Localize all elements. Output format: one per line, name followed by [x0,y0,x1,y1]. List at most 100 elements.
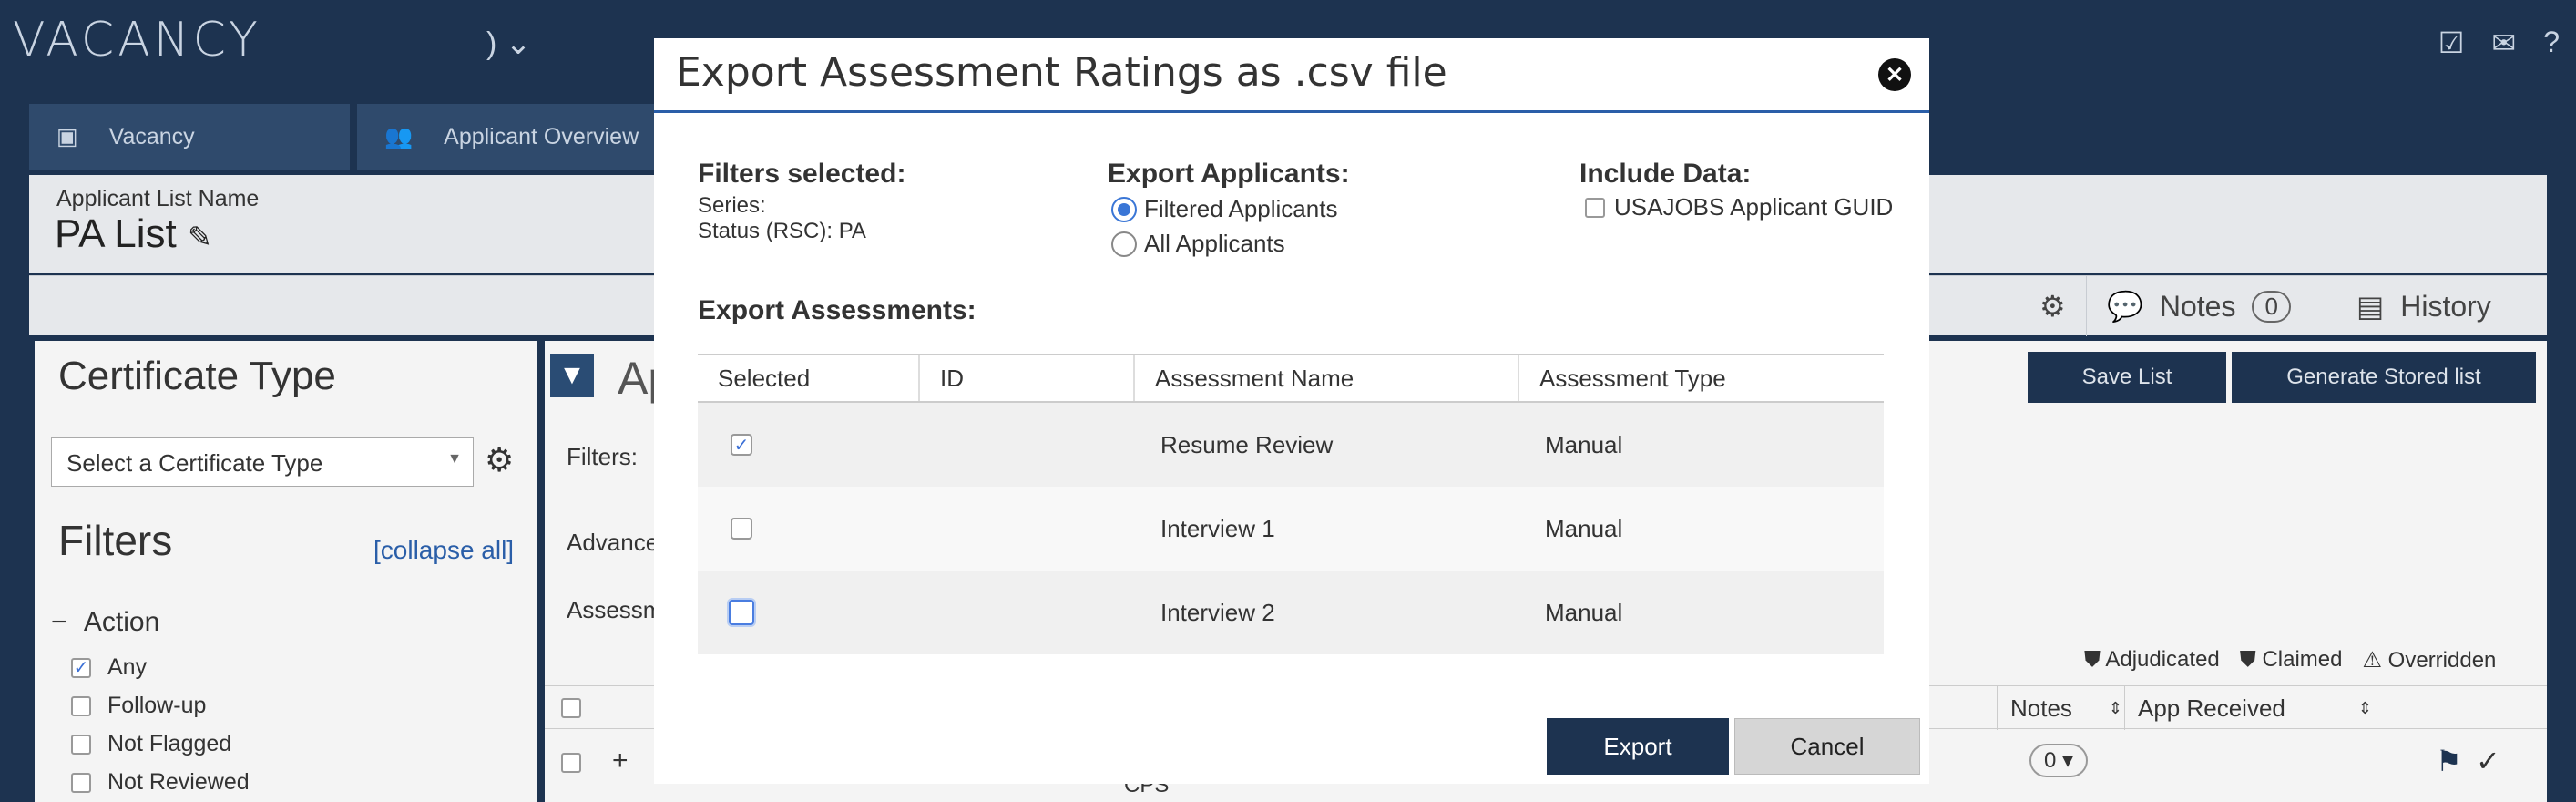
row-assessment-type: Manual [1545,430,1623,458]
export-assessments-title: Export Assessments: [698,295,976,325]
table-row: Interview 2 Manual [698,571,1884,654]
include-guid-option[interactable]: USAJOBS Applicant GUID [1585,193,1893,221]
row-assessment-name: Interview 1 [1160,514,1275,542]
column-label: Notes [2010,694,2072,722]
filters-series: Series: [698,193,766,218]
list-name-label: Applicant List Name [56,186,260,211]
filters-label: Filters: [567,443,638,470]
expand-icon[interactable]: + [612,745,629,776]
row-assessment-type: Manual [1545,514,1623,542]
action-section-title[interactable]: − Action [51,607,159,638]
cert-type-select[interactable]: Select a Certificate Type ▼ [51,437,474,487]
radio-label: All Applicants [1144,230,1285,257]
row-checkbox[interactable] [561,753,581,777]
filters-status: Status (RSC): PA [698,219,866,243]
column-header-notes[interactable]: Notes ⇕ [1997,686,2124,730]
sort-icon: ⇕ [2108,698,2123,717]
action-any[interactable]: ✓ Any [71,654,147,681]
save-list-button[interactable]: Save List [2028,352,2226,403]
export-button[interactable]: Export [1547,718,1729,775]
column-header-id: ID [940,364,964,392]
gear-icon: ⚙ [2039,290,2066,323]
tab-applicant-overview[interactable]: 👥 Applicant Overview [357,104,667,170]
action-item-label: Any [107,654,148,680]
cert-type-title: Certificate Type [58,354,336,398]
tab-vacancy-label: Vacancy [108,123,195,149]
cert-select-value: Select a Certificate Type [66,449,323,477]
flag-icon[interactable]: ⚑ [2436,744,2462,778]
tab-applicant-label: Applicant Overview [444,123,639,149]
select-all-checkbox[interactable] [561,698,581,723]
legend-adjudicated: ⛊ Adjudicated [2084,647,2220,673]
radio-label: Filtered Applicants [1144,195,1338,222]
collapse-all-link[interactable]: [collapse all] [373,536,514,565]
close-icon[interactable]: ✕ [1878,58,1911,91]
checklist-icon[interactable]: ☑ [2438,26,2465,60]
checkbox[interactable] [71,695,91,716]
legend-label: Claimed [2262,647,2343,672]
row-checkbox[interactable] [729,600,754,625]
legend-overridden: ⚠ Overridden [2362,647,2496,673]
checkbox[interactable] [71,772,91,793]
briefcase-icon: ▣ [56,124,78,149]
users-icon: 👥 [384,123,414,149]
action-title-label: Action [83,607,160,637]
notes-count-dropdown[interactable]: 0 ▾ [2029,744,2089,777]
action-item-label: Follow-up [107,693,207,718]
radio-button[interactable] [1111,196,1137,222]
row-assessment-name: Resume Review [1160,430,1334,458]
help-icon[interactable]: ? [2543,26,2560,60]
row-checkbox[interactable]: ✓ [731,434,752,456]
column-header-assessment-name: Assessment Name [1155,364,1354,392]
checkbox[interactable]: ✓ [71,657,91,678]
warning-icon: ⚠ [2362,648,2382,673]
notes-button[interactable]: 💬 Notes 0 [2086,276,2311,336]
row-assessment-name: Interview 2 [1160,598,1275,626]
mail-icon[interactable]: ✉ [2491,26,2516,60]
history-button[interactable]: ▤ History [2336,276,2511,336]
shield-check-icon: ⛊ [2239,647,2256,672]
notes-label: Notes [2159,289,2236,323]
chat-icon: 💬 [2107,290,2143,323]
filter-funnel-icon[interactable]: ▼ [550,354,594,397]
column-header-assessment-type: Assessment Type [1539,364,1726,392]
tab-vacancy[interactable]: ▣ Vacancy [29,104,350,170]
legend-claimed: ⛊ Claimed [2240,647,2343,673]
include-data-title: Include Data: [1579,159,1752,189]
radio-button[interactable] [1111,231,1137,257]
minus-icon: − [51,607,67,637]
left-panel: Certificate Type Select a Certificate Ty… [35,341,537,802]
notes-count: 0 [2044,748,2057,773]
action-not-reviewed[interactable]: Not Reviewed [71,769,250,796]
row-checkbox-cell [729,571,754,654]
row-checkbox-cell [731,487,752,571]
list-name-text: PA List [55,211,177,256]
action-item-label: Not Reviewed [107,769,250,795]
generate-stored-list-button[interactable]: Generate Stored list [2232,352,2536,403]
table-row: Interview 1 Manual [698,487,1884,571]
history-label: History [2400,289,2491,323]
column-header-app-received[interactable]: App Received ⇕ [2124,686,2388,730]
checkbox[interactable] [1585,197,1605,218]
top-icons: ☑ ✉ ? [2438,26,2560,60]
row-checkbox[interactable] [731,518,752,540]
cancel-button[interactable]: Cancel [1734,718,1920,775]
vacancy-dropdown[interactable]: ) ⌄ [486,26,531,62]
radio-filtered-applicants[interactable]: Filtered Applicants [1111,195,1337,223]
action-not-flagged[interactable]: Not Flagged [71,731,231,757]
row-assessment-type: Manual [1545,598,1623,626]
check-circle-icon[interactable]: ✓ [2476,744,2500,778]
gear-icon[interactable]: ⚙ [485,441,514,479]
action-follow-up[interactable]: Follow-up [71,693,206,719]
settings-gear[interactable]: ⚙ [2019,276,2086,336]
filters-title: Filters [58,517,173,564]
checkbox[interactable] [71,734,91,755]
shield-check-icon: ⛊ [2084,647,2101,672]
radio-all-applicants[interactable]: All Applicants [1111,230,1285,258]
filters-selected-title: Filters selected: [698,159,906,189]
edit-icon[interactable]: ✎ [188,221,212,253]
export-modal: Export Assessment Ratings as .csv file ✕… [654,38,1929,784]
assessments-table-header: Selected ID Assessment Name Assessment T… [698,354,1884,403]
include-guid-label: USAJOBS Applicant GUID [1614,193,1894,221]
column-label: App Received [2138,694,2285,722]
